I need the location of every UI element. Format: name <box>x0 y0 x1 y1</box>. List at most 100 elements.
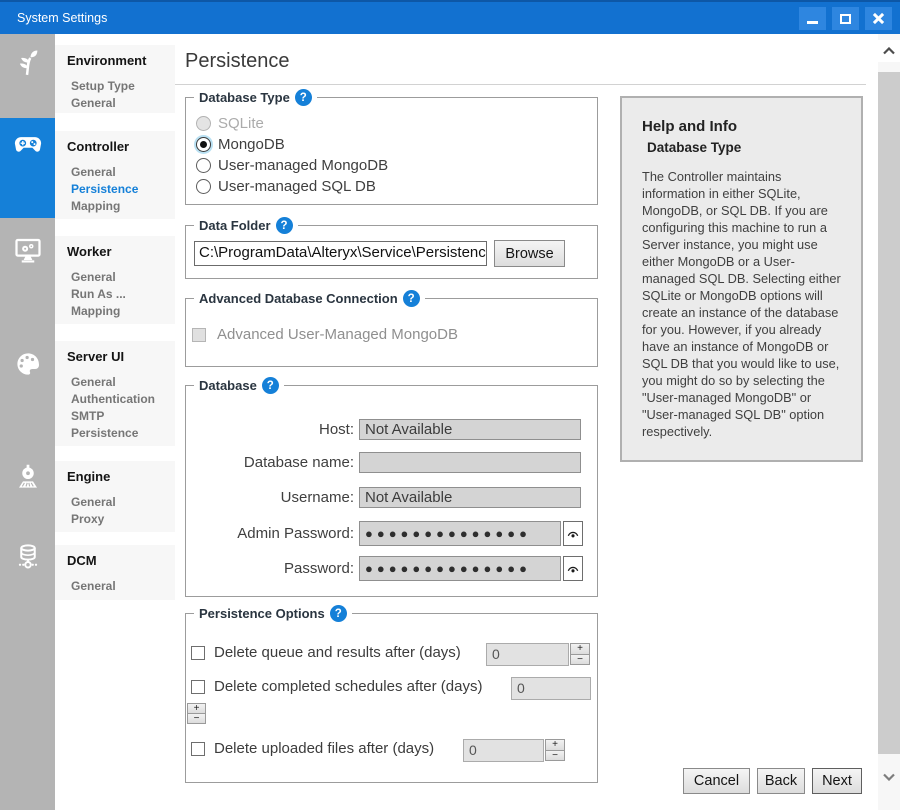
nav-item-environment-general[interactable]: General <box>55 95 175 112</box>
spin-down-button[interactable]: − <box>570 654 590 666</box>
sidebar-item-server-ui[interactable] <box>0 346 55 382</box>
nav-item-worker-general[interactable]: General <box>55 269 175 286</box>
radio-button-user-managed-sql-db[interactable] <box>196 179 211 194</box>
radio-button-user-managed-mongodb[interactable] <box>196 158 211 173</box>
delete-queue-spinner: + − <box>570 643 590 666</box>
train-icon <box>13 462 43 492</box>
nav-title-worker: Worker <box>55 244 175 260</box>
help-icon[interactable]: ? <box>262 377 279 394</box>
icon-sidebar <box>0 34 55 810</box>
nav-title-engine: Engine <box>55 469 175 485</box>
nav-section-worker: Worker General Run As ... Mapping <box>55 236 175 324</box>
radio-user-managed-sql-db[interactable]: User-managed SQL DB <box>196 177 376 195</box>
nav-section-environment: Environment Setup Type General <box>55 45 175 113</box>
help-panel: Help and Info Database Type The Controll… <box>620 96 863 462</box>
reveal-password-icon <box>566 528 580 539</box>
nav-item-server-ui-smtp[interactable]: SMTP <box>55 408 175 425</box>
title-divider <box>175 84 866 85</box>
delete-schedules-spinner: + − <box>187 703 206 725</box>
nav-item-engine-general[interactable]: General <box>55 494 175 511</box>
data-folder-input[interactable]: C:\ProgramData\Alteryx\Service\Persisten… <box>194 241 487 266</box>
monitor-gears-icon <box>13 235 43 265</box>
chevron-up-icon <box>883 47 895 55</box>
sidebar-item-dcm[interactable] <box>0 539 55 575</box>
gamepad-icon <box>13 129 43 159</box>
radio-user-managed-mongodb[interactable]: User-managed MongoDB <box>196 156 388 174</box>
nav-item-controller-general[interactable]: General <box>55 164 175 181</box>
next-button[interactable]: Next <box>812 768 862 794</box>
database-type-legend: Database Type ? <box>194 89 317 106</box>
vertical-scrollbar <box>878 34 900 810</box>
nav-item-engine-proxy[interactable]: Proxy <box>55 511 175 528</box>
sidebar-item-environment[interactable] <box>0 45 55 81</box>
delete-queue-checkbox[interactable] <box>191 646 205 660</box>
nav-item-server-ui-persistence[interactable]: Persistence <box>55 425 175 442</box>
password-label: Password: <box>186 556 354 581</box>
nav-item-worker-run-as[interactable]: Run As ... <box>55 286 175 303</box>
spin-down-button[interactable]: − <box>187 713 206 724</box>
nav-item-server-ui-authentication[interactable]: Authentication <box>55 391 175 408</box>
close-icon <box>872 12 885 25</box>
sidebar-item-worker[interactable] <box>0 232 55 268</box>
nav-item-setup-type[interactable]: Setup Type <box>55 78 175 95</box>
data-folder-legend: Data Folder ? <box>194 217 298 234</box>
nav-section-engine: Engine General Proxy <box>55 461 175 532</box>
delete-schedules-checkbox[interactable] <box>191 680 205 694</box>
scroll-down-button[interactable] <box>878 766 900 788</box>
nav-title-dcm: DCM <box>55 553 175 569</box>
advanced-mongodb-checkbox[interactable] <box>192 328 206 342</box>
palette-icon <box>13 349 43 379</box>
nav-section-controller: Controller General Persistence Mapping <box>55 131 175 219</box>
sidebar-item-engine[interactable] <box>0 459 55 495</box>
help-panel-subtitle: Database Type <box>647 140 843 155</box>
delete-uploaded-files-label: Delete uploaded files after (days) <box>214 739 434 759</box>
reveal-password-icon <box>566 563 580 574</box>
radio-button-mongodb[interactable] <box>196 137 211 152</box>
username-label: Username: <box>186 487 354 508</box>
page-title: Persistence <box>185 50 290 73</box>
host-input: Not Available <box>359 419 581 440</box>
maximize-button[interactable] <box>832 7 859 30</box>
help-icon[interactable]: ? <box>403 290 420 307</box>
titlebar: System Settings <box>0 0 900 34</box>
spin-down-button[interactable]: − <box>545 750 565 762</box>
database-legend: Database ? <box>194 377 284 394</box>
delete-uploaded-files-days-input[interactable]: 0 <box>463 739 544 762</box>
nav-item-server-ui-general[interactable]: General <box>55 374 175 391</box>
nav-item-dcm-general[interactable]: General <box>55 578 175 595</box>
nav-title-controller: Controller <box>55 139 175 155</box>
cancel-button[interactable]: Cancel <box>683 768 750 794</box>
close-button[interactable] <box>865 7 892 30</box>
radio-button-sqlite[interactable] <box>196 116 211 131</box>
username-input: Not Available <box>359 487 581 508</box>
admin-password-reveal-button[interactable] <box>563 521 583 546</box>
password-input: ●●●●●●●●●●●●●● <box>359 556 561 581</box>
sidebar-item-controller[interactable] <box>0 126 55 162</box>
advanced-connection-group: Advanced Database Connection ? Advanced … <box>185 298 598 367</box>
nav-title-environment: Environment <box>55 53 175 69</box>
plant-icon <box>13 48 43 78</box>
nav-item-controller-persistence[interactable]: Persistence <box>55 181 175 198</box>
radio-mongodb[interactable]: MongoDB <box>196 135 285 153</box>
browse-button[interactable]: Browse <box>494 240 565 267</box>
scrollbar-thumb[interactable] <box>878 72 900 754</box>
delete-queue-days-input[interactable]: 0 <box>486 643 569 666</box>
main-content: Persistence Database Type ? SQLite Mongo… <box>175 34 878 810</box>
maximize-icon <box>840 14 851 24</box>
delete-schedules-days-input[interactable]: 0 <box>511 677 591 700</box>
help-icon[interactable]: ? <box>295 89 312 106</box>
delete-uploaded-files-spinner: + − <box>545 739 565 762</box>
scroll-up-button[interactable] <box>878 40 900 62</box>
admin-password-input: ●●●●●●●●●●●●●● <box>359 521 561 546</box>
delete-queue-label: Delete queue and results after (days) <box>214 643 461 663</box>
nav-item-worker-mapping[interactable]: Mapping <box>55 303 175 320</box>
minimize-icon <box>807 21 818 24</box>
nav-item-controller-mapping[interactable]: Mapping <box>55 198 175 215</box>
delete-uploaded-files-checkbox[interactable] <box>191 742 205 756</box>
help-icon[interactable]: ? <box>330 605 347 622</box>
radio-sqlite[interactable]: SQLite <box>196 114 264 132</box>
back-button[interactable]: Back <box>757 768 805 794</box>
help-icon[interactable]: ? <box>276 217 293 234</box>
minimize-button[interactable] <box>799 7 826 30</box>
password-reveal-button[interactable] <box>563 556 583 581</box>
